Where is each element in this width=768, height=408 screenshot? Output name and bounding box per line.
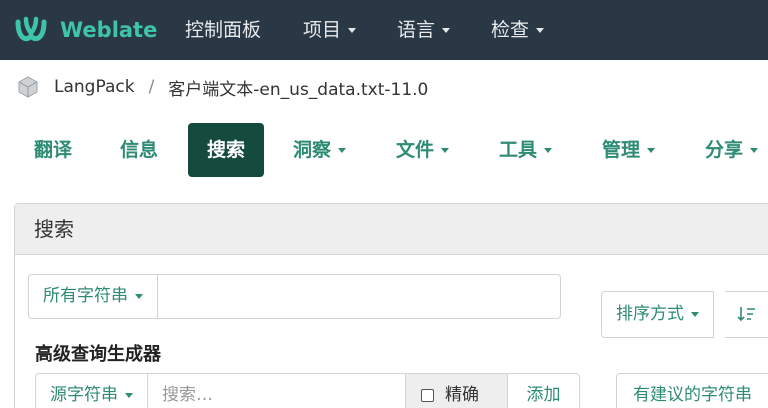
brand-name: Weblate	[60, 18, 158, 42]
brand-link[interactable]: Weblate	[14, 14, 157, 46]
advanced-query-builder-label: 高级查询生成器	[35, 344, 161, 365]
sort-by-label: 排序方式	[616, 304, 684, 324]
sort-direction-icon	[737, 307, 755, 322]
nav-projects[interactable]: 项目	[303, 17, 357, 43]
tab-translate-label: 翻译	[34, 139, 73, 161]
nav-dashboard[interactable]: 控制面板	[185, 17, 261, 43]
nav-checks-label: 检查	[491, 19, 530, 41]
query-builder-row: 源字符串 搜索… 精确 添加	[35, 373, 580, 408]
suggestion-filter-dropdown[interactable]: 有建议的字符串	[616, 373, 768, 408]
caret-down-icon	[544, 148, 553, 153]
caret-down-icon	[348, 28, 357, 33]
breadcrumb-component-link[interactable]: 客户端文本-en_us_data.txt-11.0	[168, 75, 428, 100]
field-dropdown-label: 源字符串	[50, 385, 118, 405]
breadcrumb-project-link[interactable]: LangPack	[54, 77, 135, 97]
tab-files[interactable]: 文件	[396, 123, 450, 177]
sort-direction-button[interactable]	[725, 291, 768, 338]
field-dropdown[interactable]: 源字符串	[35, 373, 148, 408]
caret-down-icon	[442, 28, 451, 33]
exact-label: 精确	[445, 385, 479, 405]
caret-down-icon	[647, 148, 656, 153]
tab-search[interactable]: 搜索	[188, 123, 265, 177]
tab-insights[interactable]: 洞察	[293, 123, 347, 177]
tab-translate[interactable]: 翻译	[34, 123, 72, 177]
tab-info[interactable]: 信息	[120, 123, 158, 177]
sort-by-dropdown[interactable]: 排序方式	[601, 291, 714, 338]
tab-files-label: 文件	[396, 139, 435, 161]
caret-down-icon	[691, 311, 699, 317]
nav-dashboard-label: 控制面板	[185, 19, 262, 41]
tab-share-label: 分享	[705, 139, 744, 161]
search-query-input[interactable]	[158, 274, 561, 319]
search-query-group: 所有字符串	[28, 274, 561, 319]
exact-toggle[interactable]: 精确	[406, 373, 508, 408]
breadcrumb-separator: /	[148, 77, 155, 97]
string-filter-label: 所有字符串	[43, 286, 128, 306]
tab-insights-label: 洞察	[293, 139, 332, 161]
exact-checkbox[interactable]	[421, 389, 434, 402]
tab-tools[interactable]: 工具	[499, 123, 553, 177]
breadcrumb: LangPack / 客户端文本-en_us_data.txt-11.0	[16, 72, 428, 102]
string-filter-dropdown[interactable]: 所有字符串	[28, 274, 158, 319]
tab-share[interactable]: 分享	[705, 123, 759, 177]
caret-down-icon	[536, 28, 545, 33]
tab-info-label: 信息	[120, 139, 159, 161]
search-panel-title: 搜索	[15, 204, 768, 255]
tab-manage-label: 管理	[602, 139, 641, 161]
caret-down-icon	[338, 148, 347, 153]
builder-search-input[interactable]: 搜索…	[148, 373, 406, 408]
nav-checks[interactable]: 检查	[491, 17, 545, 43]
add-button[interactable]: 添加	[508, 373, 580, 408]
top-navbar: Weblate 控制面板 项目 语言 检查	[0, 0, 768, 60]
tab-manage[interactable]: 管理	[602, 123, 656, 177]
caret-down-icon	[135, 293, 143, 299]
nav-languages[interactable]: 语言	[397, 17, 451, 43]
caret-down-icon	[125, 392, 133, 398]
tab-search-label: 搜索	[207, 139, 246, 161]
weblate-logo-icon	[15, 16, 47, 42]
nav-languages-label: 语言	[397, 19, 436, 41]
project-cube-icon	[18, 76, 38, 98]
nav-projects-label: 项目	[303, 19, 342, 41]
caret-down-icon	[750, 148, 759, 153]
caret-down-icon	[441, 148, 450, 153]
tab-tools-label: 工具	[499, 139, 538, 161]
